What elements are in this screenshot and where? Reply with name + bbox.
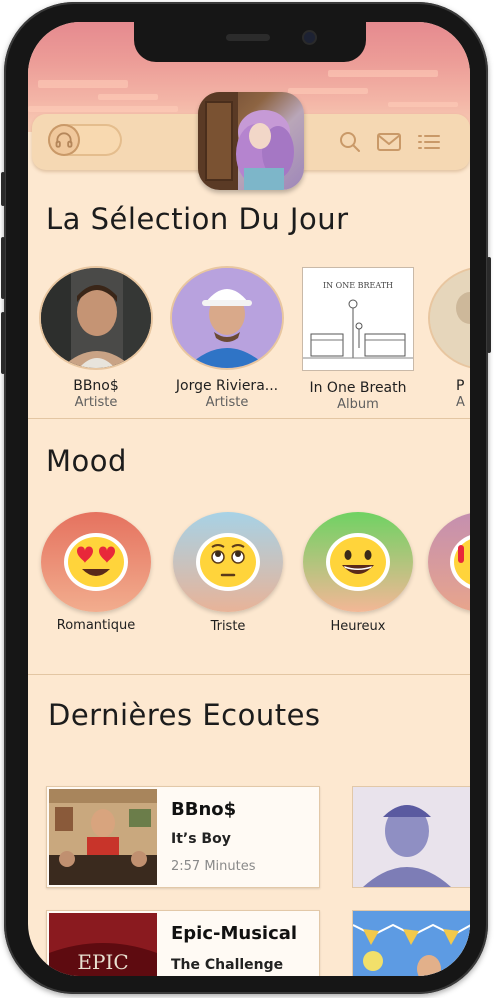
track-cover: [353, 911, 470, 976]
silent-switch: [1, 172, 5, 206]
mood-more[interactable]: [428, 512, 470, 612]
recent-title: Dernières Ecoutes: [48, 698, 321, 732]
phone-frame: La Sélection Du Jour BBno$ Artiste Jorge…: [1, 2, 491, 994]
selection-item[interactable]: IN ONE BREATH In One Breath Album: [298, 268, 418, 412]
mail-button[interactable]: [376, 130, 402, 154]
recent-track-card[interactable]: EPIC Epic-Musical The Challenge: [46, 910, 320, 976]
selection-type: Artiste: [74, 395, 118, 410]
selection-name: In One Breath: [309, 380, 407, 396]
recent-track-card[interactable]: BBno$ It’s Boy 2:57 Minutes: [46, 786, 320, 888]
track-duration: 2:57 Minutes: [171, 859, 256, 874]
mood-heureux[interactable]: Heureux: [298, 512, 418, 634]
mood-orb: [303, 512, 413, 612]
artist-photo: [41, 268, 151, 368]
selection-name: BBno$: [73, 378, 119, 394]
search-button[interactable]: [338, 130, 362, 154]
app-screen: La Sélection Du Jour BBno$ Artiste Jorge…: [28, 22, 470, 976]
sad-face-icon: [196, 533, 260, 591]
artist-photo: [172, 268, 282, 368]
selection-title: La Sélection Du Jour: [46, 202, 349, 236]
mood-orb: [41, 512, 151, 612]
selection-item[interactable]: P A: [430, 268, 470, 410]
volume-up-button: [1, 237, 5, 299]
heart-eyes-icon: [64, 533, 128, 591]
track-cover: [49, 789, 157, 885]
selection-item[interactable]: Jorge Riviera... Artiste: [167, 268, 287, 410]
mood-label: Heureux: [330, 619, 386, 634]
front-camera: [304, 32, 315, 43]
artist-photo: [430, 268, 470, 368]
selection-type: A: [456, 395, 465, 410]
selection-item[interactable]: BBno$ Artiste: [36, 268, 156, 410]
profile-avatar[interactable]: [198, 92, 304, 190]
section-divider: [28, 418, 470, 419]
power-button: [487, 257, 491, 353]
selection-name: P: [456, 378, 465, 394]
mood-orb: [173, 512, 283, 612]
section-divider: [28, 674, 470, 675]
selection-type: Album: [337, 397, 379, 412]
search-icon: [340, 132, 360, 152]
track-cover: [353, 787, 470, 887]
album-cover: IN ONE BREATH: [303, 268, 413, 370]
mood-triste[interactable]: Triste: [168, 512, 288, 634]
list-icon: [418, 135, 440, 149]
mood-romantique[interactable]: Romantique: [36, 512, 156, 633]
album-cover-title: IN ONE BREATH: [323, 281, 393, 290]
mood-orb: [428, 512, 470, 612]
speaker: [226, 34, 270, 41]
mail-icon: [377, 133, 401, 151]
headphones-icon: [48, 124, 80, 156]
notch: [134, 22, 366, 62]
track-cover: EPIC: [49, 913, 157, 976]
mood-label: Triste: [210, 619, 246, 634]
selection-name: Jorge Riviera...: [175, 378, 279, 394]
recent-track-card[interactable]: [352, 786, 470, 888]
track-artist: Epic-Musical: [171, 923, 298, 944]
recent-track-card[interactable]: [352, 910, 470, 976]
track-title: It’s Boy: [171, 831, 231, 847]
mood-title: Mood: [46, 444, 127, 478]
epic-cover-text: EPIC: [77, 950, 128, 974]
smile-icon: [326, 533, 390, 591]
mood-label: Romantique: [56, 618, 136, 633]
track-artist: BBno$: [171, 799, 237, 820]
selection-type: Artiste: [205, 395, 249, 410]
volume-down-button: [1, 312, 5, 374]
headphones-toggle[interactable]: [48, 124, 122, 156]
emoji-partial-icon: [450, 535, 470, 589]
track-title: The Challenge: [171, 957, 284, 973]
menu-button[interactable]: [416, 130, 442, 154]
